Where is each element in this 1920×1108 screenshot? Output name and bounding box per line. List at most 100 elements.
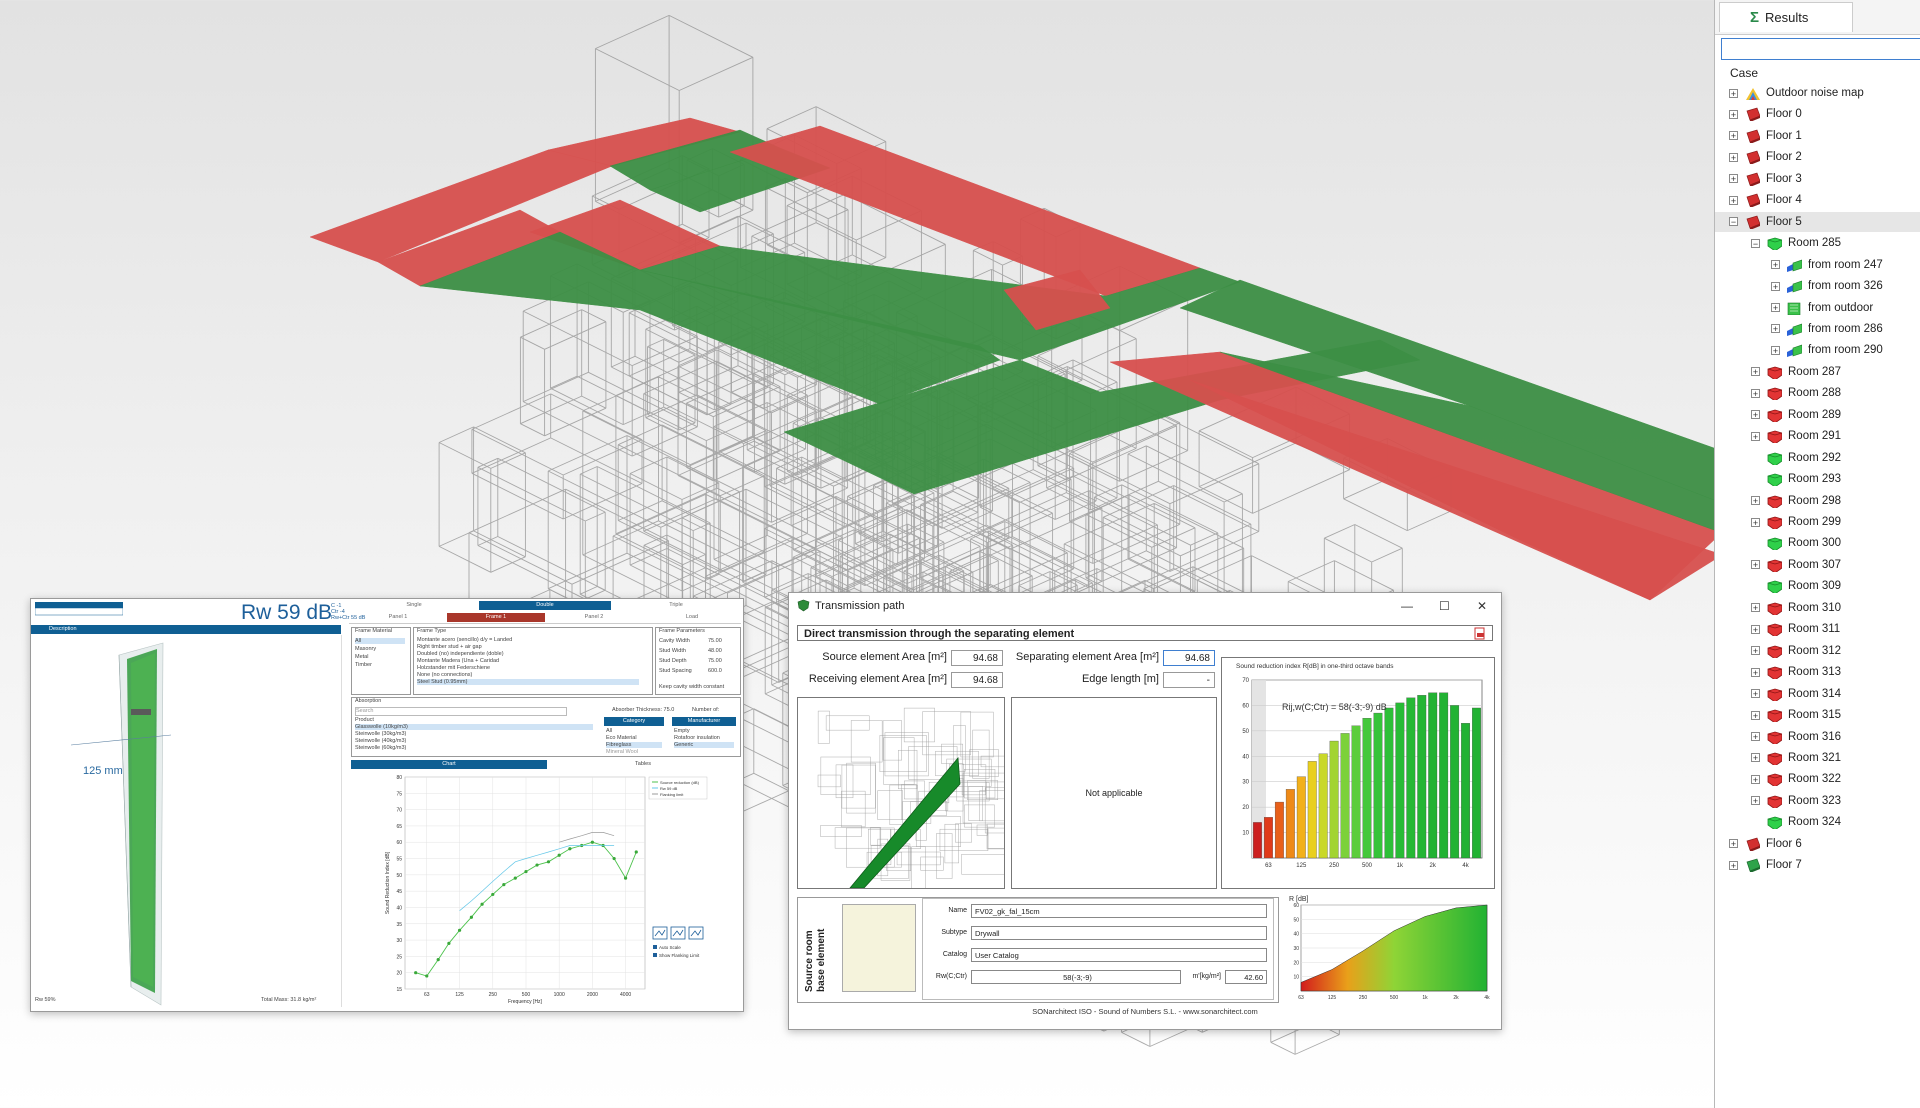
expand-icon[interactable]: + bbox=[1751, 667, 1760, 677]
frame-type-item[interactable]: Right timber stud + air gap bbox=[417, 644, 482, 650]
frame-material-item[interactable]: Masonry bbox=[355, 646, 376, 652]
frame-material-item[interactable]: All bbox=[355, 638, 405, 644]
subtype-field[interactable]: Drywall bbox=[971, 926, 1267, 940]
tab-single[interactable]: Single bbox=[349, 601, 479, 610]
tree-node[interactable]: + Floor 2 bbox=[1729, 147, 1920, 167]
product-item[interactable]: Steinwolle (60kg/m3) bbox=[355, 745, 406, 751]
expand-icon[interactable]: + bbox=[1751, 710, 1760, 720]
tree-node[interactable]: + Floor 0 bbox=[1729, 104, 1920, 124]
minimize-icon[interactable]: — bbox=[1401, 599, 1413, 613]
frame-type-item[interactable]: Montante Madera (Una + Caridad bbox=[417, 658, 499, 664]
product-item[interactable]: Steinwolle (30kg/m3) bbox=[355, 731, 406, 737]
absorber-thickness[interactable]: Absorber Thickness: 75.0 bbox=[612, 707, 674, 713]
transmission-path-window[interactable]: Transmission path — ☐ ✕ Direct transmiss… bbox=[788, 592, 1502, 1030]
tree-node[interactable]: + Room 307 bbox=[1751, 555, 1920, 575]
tree-node[interactable]: Room 293 bbox=[1751, 469, 1920, 489]
collapse-icon[interactable]: − bbox=[1729, 217, 1738, 227]
source-area-field[interactable]: 94.68 bbox=[951, 650, 1003, 666]
expand-icon[interactable]: + bbox=[1771, 281, 1780, 291]
manufacturer-item[interactable]: Empty bbox=[674, 728, 690, 734]
tree-node[interactable]: Room 324 bbox=[1751, 812, 1920, 832]
frame-type-item[interactable]: None (no connections) bbox=[417, 672, 472, 678]
tree-node[interactable]: − Room 285 bbox=[1751, 233, 1920, 253]
expand-icon[interactable]: + bbox=[1771, 260, 1780, 270]
expand-icon[interactable]: + bbox=[1751, 410, 1760, 420]
tree-node[interactable]: + Floor 3 bbox=[1729, 169, 1920, 189]
wall-type-tabs[interactable]: Single Double Triple bbox=[349, 599, 741, 611]
frame-type-item[interactable]: Steel Stud (0.95mm) bbox=[417, 679, 639, 685]
window-titlebar[interactable]: Transmission path — ☐ ✕ bbox=[789, 593, 1501, 619]
tree-node[interactable]: Room 309 bbox=[1751, 576, 1920, 596]
expand-icon[interactable]: + bbox=[1751, 517, 1760, 527]
wall-section-view[interactable]: 125 mm Rw 59% Total Mass: 31.8 kg/m² bbox=[31, 635, 342, 1007]
frame-material-item[interactable]: Metal bbox=[355, 654, 368, 660]
expand-icon[interactable]: + bbox=[1771, 303, 1780, 313]
tree-node[interactable]: + Room 323 bbox=[1751, 791, 1920, 811]
pdf-icon[interactable] bbox=[1474, 627, 1486, 640]
tree-node[interactable]: − Floor 5 bbox=[1715, 211, 1920, 232]
tree-node[interactable]: + Room 291 bbox=[1751, 426, 1920, 446]
mass-field[interactable]: 42.60 bbox=[1225, 970, 1267, 984]
results-search-input[interactable] bbox=[1721, 38, 1920, 60]
product-item[interactable]: Glasswolle (10kg/m3) bbox=[355, 724, 593, 730]
tree-node[interactable]: + from room 247 bbox=[1771, 255, 1920, 275]
tree-node[interactable]: + Room 298 bbox=[1751, 491, 1920, 511]
tab-frame-1[interactable]: Frame 1 bbox=[447, 613, 545, 622]
expand-icon[interactable]: + bbox=[1751, 646, 1760, 656]
param-value[interactable]: 75.00 bbox=[708, 638, 722, 644]
param-value[interactable]: 600.0 bbox=[708, 668, 722, 674]
param-value[interactable]: 75.00 bbox=[708, 658, 722, 664]
tree-node[interactable]: + Room 322 bbox=[1751, 769, 1920, 789]
results-panel[interactable]: Σ Results Case + Outdoor noise map + Floor … bbox=[1714, 0, 1920, 1108]
tab-panel-2[interactable]: Panel 2 bbox=[545, 613, 643, 622]
tree-node[interactable]: + Floor 7 bbox=[1729, 855, 1920, 875]
tree-node[interactable]: + from room 290 bbox=[1771, 340, 1920, 360]
wall-designer-window[interactable]: Rw 59 dB C -1 Ctr -4 Rw+Ctr 55 dB Descri… bbox=[30, 598, 744, 1012]
tree-node[interactable]: + from room 326 bbox=[1771, 276, 1920, 296]
frame-tabs[interactable]: Panel 1 Frame 1 Panel 2 Load bbox=[349, 613, 741, 624]
manufacturer-item[interactable]: Generic bbox=[674, 742, 734, 748]
expand-icon[interactable]: + bbox=[1751, 367, 1760, 377]
tree-node[interactable]: + Room 310 bbox=[1751, 598, 1920, 618]
expand-icon[interactable]: + bbox=[1751, 624, 1760, 634]
expand-icon[interactable]: + bbox=[1729, 860, 1738, 870]
collapse-icon[interactable]: − bbox=[1751, 238, 1760, 248]
tree-node[interactable]: + Room 314 bbox=[1751, 684, 1920, 704]
sound-reduction-bar-chart[interactable]: Sound reduction index R[dB] in one-third… bbox=[1222, 658, 1494, 888]
tab-double[interactable]: Double bbox=[479, 601, 611, 610]
frame-type-item[interactable]: Doubled (no) independiente (doble) bbox=[417, 651, 504, 657]
expand-icon[interactable]: + bbox=[1751, 753, 1760, 763]
expand-icon[interactable]: + bbox=[1751, 388, 1760, 398]
tree-node[interactable]: + Room 289 bbox=[1751, 405, 1920, 425]
expand-icon[interactable]: + bbox=[1729, 88, 1738, 98]
expand-icon[interactable]: + bbox=[1771, 345, 1780, 355]
tab-triple[interactable]: Triple bbox=[611, 601, 741, 610]
frame-material-item[interactable]: Timber bbox=[355, 662, 372, 668]
receiving-area-field[interactable]: 94.68 bbox=[951, 672, 1003, 688]
expand-icon[interactable]: + bbox=[1729, 839, 1738, 849]
tree-node[interactable]: + Room 312 bbox=[1751, 641, 1920, 661]
tree-node[interactable]: + Floor 4 bbox=[1729, 190, 1920, 210]
tree-node[interactable]: + Room 299 bbox=[1751, 512, 1920, 532]
name-field[interactable]: FV02_gk_fal_15cm bbox=[971, 904, 1267, 918]
tab-panel-1[interactable]: Panel 1 bbox=[349, 613, 447, 622]
absorption-search-input[interactable]: Search bbox=[355, 707, 567, 716]
zoom-icon[interactable] bbox=[652, 926, 668, 940]
keep-cavity-checkbox[interactable]: Keep cavity width constant bbox=[659, 684, 724, 690]
tree-node[interactable]: + from outdoor bbox=[1771, 298, 1920, 318]
expand-icon[interactable]: + bbox=[1751, 603, 1760, 613]
expand-icon[interactable]: + bbox=[1751, 774, 1760, 784]
tab-chart[interactable]: Chart bbox=[351, 760, 547, 769]
description-bar[interactable]: Description bbox=[31, 625, 341, 634]
zoom-icon[interactable] bbox=[670, 926, 686, 940]
close-icon[interactable]: ✕ bbox=[1477, 599, 1487, 613]
expand-icon[interactable]: + bbox=[1751, 732, 1760, 742]
absorption-panel[interactable]: Absorption Search Absorber Thickness: 75… bbox=[351, 697, 741, 757]
absorber-number[interactable]: Number of: bbox=[692, 707, 719, 713]
tree-node[interactable]: + Room 311 bbox=[1751, 619, 1920, 639]
manufacturer-item[interactable]: Rotafoor insulation bbox=[674, 735, 720, 741]
expand-icon[interactable]: + bbox=[1751, 431, 1760, 441]
path-3d-preview[interactable] bbox=[797, 697, 1034, 897]
separating-area-field[interactable]: 94.68 bbox=[1163, 650, 1215, 666]
tab-tables[interactable]: Tables bbox=[547, 761, 739, 767]
